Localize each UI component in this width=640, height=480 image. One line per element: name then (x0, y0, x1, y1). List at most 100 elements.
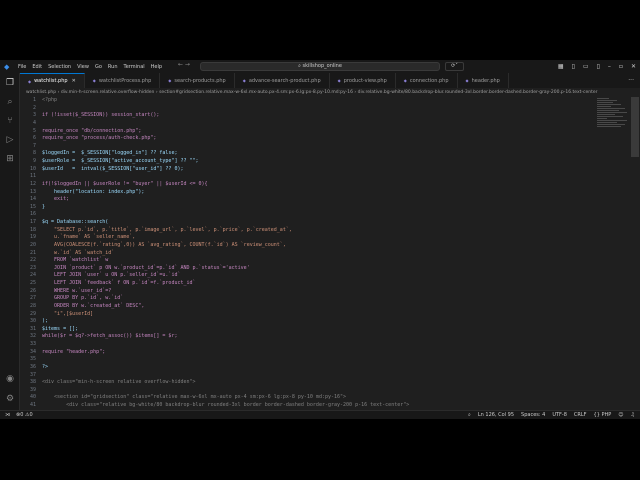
menu-run[interactable]: Run (108, 64, 118, 70)
layout-icon[interactable]: ▦ (558, 63, 564, 70)
toggle-secondary-sidebar-icon[interactable]: ▯ (597, 63, 600, 70)
indentation[interactable]: Spaces: 4 (521, 412, 545, 418)
tab-connection[interactable]: ◆ connection.php (396, 73, 458, 88)
menu-selection[interactable]: Selection (48, 64, 71, 70)
code-line[interactable]: 29 "i",[$userId] (20, 311, 610, 319)
tab-advance-search-product[interactable]: ◆ advance-search-product.php (235, 73, 330, 88)
toggle-sidebar-icon[interactable]: ▯ (572, 63, 575, 70)
account-icon[interactable]: ◉ (4, 373, 16, 385)
zoom-icon[interactable]: ⌕ (468, 412, 471, 418)
code-line[interactable]: 20 AVG(COALESCE(f.`rating`,0)) AS `avg_r… (20, 242, 610, 250)
code-line[interactable]: 13 header("location: index.php"); (20, 189, 610, 197)
line-number: 7 (32, 142, 36, 149)
copilot-button[interactable]: ⟳˅ (445, 62, 464, 71)
explorer-icon[interactable]: ❐ (4, 77, 16, 89)
notifications-bell-icon[interactable]: ♫ (631, 412, 635, 418)
problems-indicator[interactable]: ⊗0 ⚠0 (16, 412, 33, 418)
breadcrumb-item[interactable]: watchlist.php (26, 90, 56, 95)
code-line[interactable]: 10 $userId = intval($_SESSION["user_id"] … (20, 166, 610, 174)
close-button[interactable]: ✕ (631, 63, 636, 70)
code-line[interactable]: 33 (20, 341, 610, 349)
code-line[interactable]: 2 (20, 105, 610, 113)
more-actions-icon[interactable]: ··· (628, 73, 634, 88)
minimap[interactable] (597, 97, 629, 157)
code-line[interactable]: 40 <section id="gridsection" class="rela… (20, 394, 610, 402)
vscode-window: ◆ File Edit Selection View Go Run Terminal Help… (0, 60, 640, 419)
code-line[interactable]: 5 require_once "db/connection.php"; (20, 128, 610, 136)
tab-header[interactable]: ◆ header.php (458, 73, 509, 88)
run-debug-icon[interactable]: ▷ (4, 134, 16, 146)
search-icon[interactable]: ⌕ (4, 96, 16, 108)
code-line[interactable]: 1 <?php (20, 97, 610, 105)
code-line[interactable]: 32 while($r = $q?->fetch_assoc()) $items[… (20, 333, 610, 341)
language-mode[interactable]: {} PHP (594, 412, 612, 418)
menu-help[interactable]: Help (151, 64, 162, 70)
code-line[interactable]: 35 (20, 356, 610, 364)
toggle-panel-icon[interactable]: ▭ (583, 63, 589, 70)
code-line[interactable]: 38 <div class="min-h-screen relative over… (20, 379, 610, 387)
code-line[interactable]: 27 GROUP BY p.`id`, w.`id` (20, 295, 610, 303)
close-tab-icon[interactable]: ✕ (72, 78, 76, 84)
code-line[interactable]: 34 require "header.php"; (20, 349, 610, 357)
code-line[interactable]: 24 LEFT JOIN `user` u ON p.`seller_id`=u… (20, 272, 610, 280)
command-center-search[interactable]: ⌕ skillshop_online (200, 62, 440, 71)
line-number: 2 (32, 104, 36, 111)
php-file-icon: ◆ (403, 78, 407, 83)
line-number: 6 (32, 135, 36, 142)
cursor-position[interactable]: Ln 126, Col 95 (478, 412, 514, 418)
code-line[interactable]: 22 FROM `watchlist` w (20, 257, 610, 265)
code-line[interactable]: 23 JOIN `product` p ON w.`product_id`=p.… (20, 265, 610, 273)
code-line[interactable]: 36 ?> (20, 364, 610, 372)
code-line[interactable]: 4 (20, 120, 610, 128)
gear-icon[interactable]: ⚙ (4, 393, 16, 405)
code-line[interactable]: 26 WHERE w.`user_id`=? (20, 288, 610, 296)
line-number: 5 (32, 127, 36, 134)
code-line[interactable]: 14 exit; (20, 196, 610, 204)
code-line[interactable]: 17 $q = Database::search( (20, 219, 610, 227)
code-line[interactable]: 21 w.`id` AS `watch_id` (20, 250, 610, 258)
code-line[interactable]: 11 (20, 173, 610, 181)
code-line[interactable]: 39 (20, 387, 610, 395)
code-line[interactable]: 37 (20, 372, 610, 380)
line-ending[interactable]: CRLF (574, 412, 587, 418)
breadcrumb-item[interactable]: div.relative.bg-white/80.backdrop-blur.r… (358, 90, 598, 95)
copilot-status-icon[interactable]: ☺ (618, 412, 623, 418)
tab-label: search-products.php (174, 77, 226, 84)
minimize-button[interactable]: – (608, 63, 611, 70)
encoding[interactable]: UTF-8 (552, 412, 567, 418)
code-line[interactable]: 41 <div class="relative bg-white/80 back… (20, 402, 610, 410)
breadcrumb-item[interactable]: div.min-h-screen.relative.overflow-hidde… (61, 90, 155, 95)
code-line[interactable]: 16 (20, 211, 610, 219)
menu-file[interactable]: File (18, 64, 26, 70)
code-line[interactable]: 12 if(!$loggedIn || $userRole != "buyer" … (20, 181, 610, 189)
code-line[interactable]: 18 "SELECT p.`id`, p.`title`, p.`image_u… (20, 227, 610, 235)
source-control-icon[interactable]: ⑂ (4, 115, 16, 127)
menu-edit[interactable]: Edit (32, 64, 42, 70)
code-line[interactable]: 3 if (!isset($_SESSION)) session_start(); (20, 112, 610, 120)
menu-terminal[interactable]: Terminal (124, 64, 145, 70)
php-file-icon: ◆ (28, 78, 32, 84)
code-line[interactable]: 28 ORDER BY w.`created_at` DESC", (20, 303, 610, 311)
code-line[interactable]: 6 require_once "process/auth-check.php"; (20, 135, 610, 143)
tab-search-products[interactable]: ◆ search-products.php (160, 73, 235, 88)
code-editor[interactable]: 1 <?php 2 3 if (!isset($_SESSION)) session_s… (20, 97, 610, 410)
breadcrumb-item[interactable]: section#gridsection.relative.max-w-6xl.m… (159, 90, 353, 95)
code-line[interactable]: 7 (20, 143, 610, 151)
code-line[interactable]: 9 $userRole = $_SESSION["active_account_t… (20, 158, 610, 166)
maximize-button[interactable]: ▫ (619, 63, 623, 70)
tab-product-view[interactable]: ◆ product-view.php (330, 73, 396, 88)
menu-go[interactable]: Go (95, 64, 102, 70)
tab-watchlistprocess[interactable]: ◆ watchlistProcess.php (85, 73, 161, 88)
vertical-scrollbar[interactable] (631, 97, 639, 157)
code-line[interactable]: 8 $loggedIn = $_SESSION["logged_in"] ?? f… (20, 150, 610, 158)
remote-icon[interactable]: ⋊ (5, 412, 10, 418)
code-line[interactable]: 31 $items = []; (20, 326, 610, 334)
code-line[interactable]: 15} (20, 204, 610, 212)
nav-arrows[interactable]: ← → (178, 61, 190, 68)
code-line[interactable]: 30); (20, 318, 610, 326)
code-line[interactable]: 19 u.`fname` AS `seller_name`, (20, 234, 610, 242)
extensions-icon[interactable]: ⊞ (4, 153, 16, 165)
menu-view[interactable]: View (77, 64, 89, 70)
tab-watchlist[interactable]: ◆ watchlist.php ✕ (20, 73, 85, 88)
code-line[interactable]: 25 LEFT JOIN `feedback` f ON p.`id`=f.`p… (20, 280, 610, 288)
